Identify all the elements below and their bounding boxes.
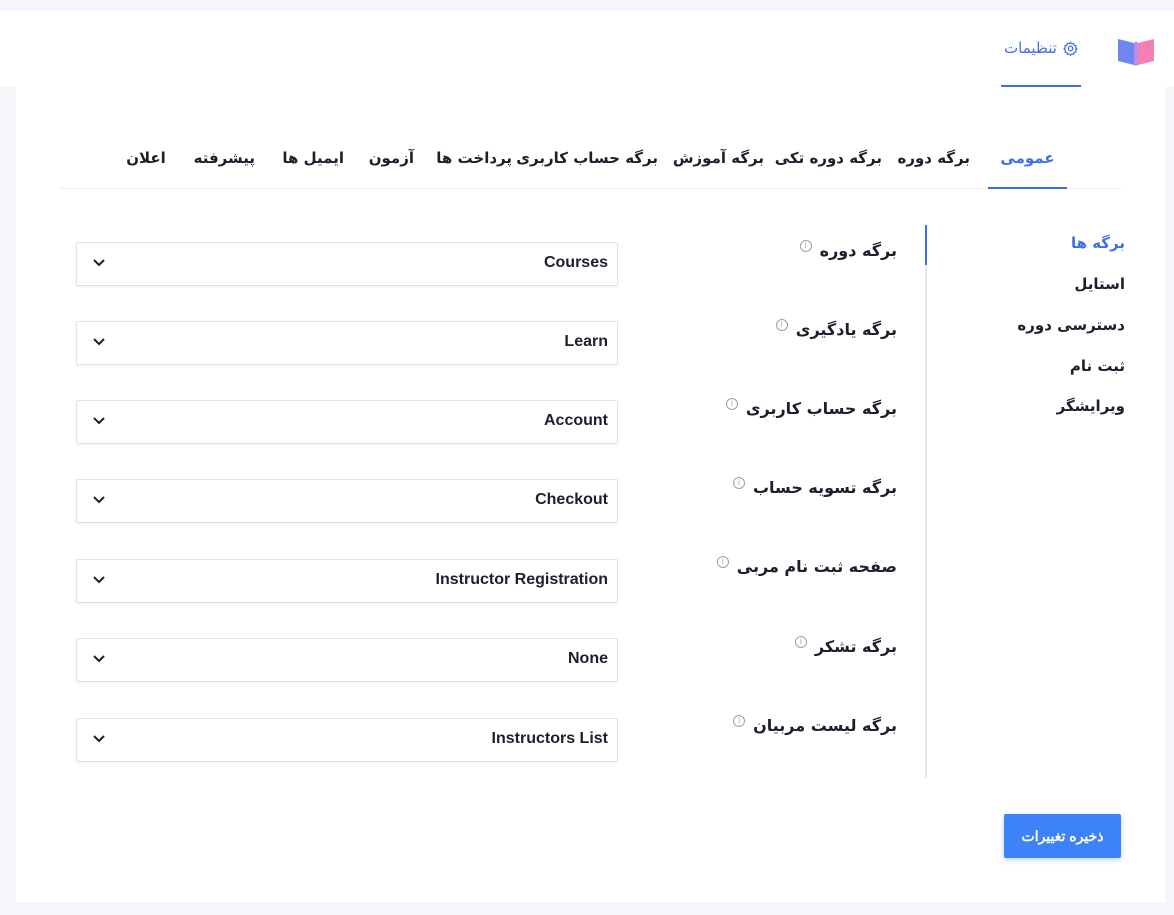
header-tab-label: تنظیمات — [1004, 39, 1057, 57]
info-icon[interactable]: i — [799, 239, 812, 252]
tab-emails[interactable]: ایمیل ها — [282, 135, 344, 189]
tab-advanced[interactable]: پیشرفته — [194, 135, 255, 189]
chevron-down-icon — [93, 259, 105, 267]
instructors-list-select[interactable]: Instructors List — [76, 718, 618, 762]
field-label-thank-you-page: برگه تشکر i — [794, 635, 897, 656]
top-strip — [0, 0, 1174, 11]
info-icon[interactable]: i — [716, 555, 729, 568]
tab-learning-page[interactable]: برگه آموزش — [673, 135, 764, 189]
chevron-down-icon — [93, 735, 105, 743]
side-item-registration[interactable]: ثبت نام — [1070, 357, 1125, 375]
info-icon[interactable]: i — [794, 635, 807, 648]
tab-bar: عمومی برگه دوره برگه دوره تکی برگه آموزش… — [60, 135, 1121, 189]
select-value: Account — [544, 412, 608, 429]
field-label-course-page: برگه دوره i — [799, 239, 897, 260]
field-label-instructors-list: برگه لیست مربیان i — [733, 714, 897, 735]
info-icon[interactable]: i — [732, 476, 745, 489]
field-label-learning-page: برگه یادگیری i — [775, 318, 897, 339]
side-item-pages[interactable]: برگه ها — [1071, 234, 1125, 252]
select-value: Courses — [543, 254, 608, 271]
select-value: Learn — [564, 333, 608, 350]
info-icon[interactable]: i — [725, 397, 738, 410]
select-value: Instructor Registration — [435, 571, 608, 588]
tab-account-page[interactable]: برگه حساب کاربری — [516, 135, 658, 189]
learning-page-select[interactable]: Learn — [76, 321, 618, 365]
thank-you-page-select[interactable]: None — [76, 638, 618, 682]
chevron-down-icon — [93, 338, 105, 346]
tab-single-course-page[interactable]: برگه دوره تکی — [775, 135, 882, 189]
tab-notifications[interactable]: اعلان — [125, 135, 167, 189]
select-value: None — [568, 650, 608, 667]
save-changes-button[interactable]: ذخیره تغییرات — [1004, 814, 1121, 858]
course-page-select[interactable]: Courses — [76, 242, 618, 286]
info-icon[interactable]: i — [775, 318, 788, 331]
side-item-course-access[interactable]: دسترسی دوره — [1017, 316, 1125, 334]
book-icon[interactable] — [1116, 35, 1156, 67]
field-label-checkout-page: برگه تسویه حساب i — [732, 476, 897, 497]
side-nav: برگه ها استایل دسترسی دوره ثبت نام ویرای… — [925, 225, 1125, 778]
info-icon[interactable]: i — [733, 714, 746, 727]
field-label-account-page: برگه حساب کاربری i — [725, 397, 897, 418]
checkout-page-select[interactable]: Checkout — [76, 479, 618, 523]
chevron-down-icon — [93, 496, 105, 504]
tab-quiz[interactable]: آزمون — [369, 135, 414, 189]
chevron-down-icon — [93, 576, 105, 584]
instructor-registration-select[interactable]: Instructor Registration — [76, 559, 618, 603]
field-label-instructor-registration: صفحه ثبت نام مربی i — [716, 555, 897, 576]
side-item-editor[interactable]: ویرایشگر — [1057, 397, 1125, 415]
chevron-down-icon — [93, 655, 105, 663]
account-page-select[interactable]: Account — [76, 400, 618, 444]
tab-payments[interactable]: پرداخت ها — [436, 135, 512, 189]
tab-course-page[interactable]: برگه دوره — [897, 135, 970, 189]
chevron-down-icon — [93, 417, 105, 425]
tab-general[interactable]: عمومی — [988, 135, 1067, 189]
gear-icon — [1063, 41, 1078, 56]
side-item-style[interactable]: استایل — [1074, 275, 1125, 293]
header-tab-settings[interactable]: تنظیمات — [1001, 11, 1081, 87]
select-value: Checkout — [535, 491, 608, 508]
select-value: Instructors List — [491, 730, 608, 747]
header: تنظیمات — [0, 11, 1174, 87]
settings-card: عمومی برگه دوره برگه دوره تکی برگه آموزش… — [16, 87, 1165, 902]
